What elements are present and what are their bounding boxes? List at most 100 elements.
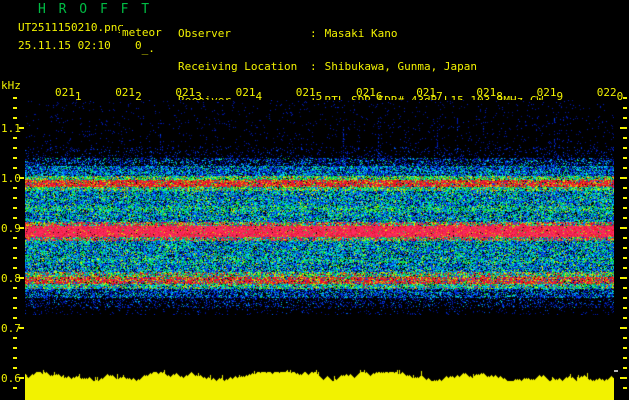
freq-tick-label: 0.9	[1, 222, 21, 235]
app-title: H R O F F T	[38, 2, 152, 17]
freq-minor-tick-left	[13, 267, 17, 269]
freq-minor-tick-right	[623, 247, 627, 249]
time-tick-main: 021	[235, 86, 256, 99]
echo-counter-suffix: _.	[141, 42, 155, 55]
info-value: Shibukawa, Gunma, Japan	[324, 60, 477, 74]
freq-major-tick-left	[19, 227, 24, 229]
freq-tick-label: 1.1	[1, 122, 21, 135]
time-tick-label: 0215	[296, 86, 323, 103]
time-tick-main: 021	[476, 86, 497, 99]
freq-minor-tick-right	[623, 137, 627, 139]
freq-minor-tick-left	[13, 137, 17, 139]
time-tick-label: 0218	[476, 86, 503, 103]
freq-minor-tick-right	[623, 207, 627, 209]
freq-minor-tick-left	[13, 197, 17, 199]
station-name: meteor	[120, 26, 162, 39]
freq-minor-tick-right	[623, 307, 627, 309]
time-tick-label: 0217	[416, 86, 443, 103]
echo-counter-value: 0	[135, 39, 142, 52]
freq-minor-tick-left	[13, 337, 17, 339]
freq-minor-tick-left	[13, 157, 17, 159]
time-tick-lastdigit: 2	[135, 90, 142, 103]
freq-minor-tick-right	[623, 387, 627, 389]
freq-minor-tick-left	[13, 107, 17, 109]
time-tick-label: 0214	[236, 86, 263, 103]
freq-major-tick-right	[620, 327, 627, 329]
info-colon: :	[310, 26, 317, 40]
freq-minor-tick-left	[13, 357, 17, 359]
freq-minor-tick-right	[623, 257, 627, 259]
freq-minor-tick-right	[623, 287, 627, 289]
freq-major-tick-right	[620, 377, 627, 379]
time-tick-label: 0211	[55, 86, 82, 103]
freq-minor-tick-right	[623, 157, 627, 159]
freq-major-tick-right	[620, 177, 627, 179]
time-tick-lastdigit: 5	[315, 90, 323, 103]
freq-minor-tick-right	[623, 107, 627, 109]
freq-major-tick-left	[19, 327, 24, 329]
freq-minor-tick-right	[623, 367, 627, 369]
time-tick-lastdigit: 9	[556, 90, 564, 103]
freq-minor-tick-right	[623, 97, 627, 99]
freq-minor-tick-right	[623, 147, 627, 149]
freq-minor-tick-left	[13, 187, 17, 189]
time-tick-main: 022	[596, 86, 617, 99]
freq-minor-tick-left	[13, 387, 17, 389]
info-label: Receiving Location	[178, 60, 298, 74]
time-tick-main: 021	[115, 86, 136, 99]
capture-datetime: 25.11.15 02:10	[18, 39, 111, 52]
freq-minor-tick-right	[623, 357, 627, 359]
freq-minor-tick-left	[13, 207, 17, 209]
time-tick-label: 0220	[597, 86, 624, 103]
time-tick-main: 021	[356, 86, 376, 99]
time-tick-label: 0219	[537, 86, 564, 103]
freq-minor-tick-left	[13, 367, 17, 369]
freq-minor-tick-left	[13, 167, 17, 169]
capture-filename: UT2511150210.png	[18, 21, 124, 34]
freq-major-tick-left	[19, 177, 24, 179]
freq-minor-tick-right	[623, 317, 627, 319]
freq-minor-tick-left	[13, 237, 17, 239]
freq-major-tick-left	[19, 277, 24, 279]
time-tick-lastdigit: 4	[255, 90, 263, 103]
freq-major-tick-left	[19, 377, 24, 379]
freq-minor-tick-left	[13, 307, 17, 309]
freq-tick-label: 0.8	[1, 272, 21, 285]
time-tick-lastdigit: 7	[436, 90, 443, 103]
signal-strength-canvas	[25, 362, 614, 400]
freq-minor-tick-left	[13, 287, 17, 289]
time-tick-label: 0212	[115, 86, 142, 103]
freq-minor-tick-left	[13, 257, 17, 259]
time-tick-main: 021	[536, 86, 557, 99]
freq-minor-tick-right	[623, 167, 627, 169]
time-tick-main: 021	[175, 86, 196, 99]
freq-tick-label: 1.0	[1, 172, 21, 185]
spectrogram-canvas	[25, 100, 614, 315]
freq-minor-tick-right	[623, 187, 627, 189]
time-tick-lastdigit: 8	[496, 90, 503, 103]
time-tick-main: 021	[55, 86, 75, 99]
freq-minor-tick-right	[623, 297, 627, 299]
time-tick-label: 0213	[175, 86, 202, 103]
freq-minor-tick-left	[13, 317, 17, 319]
freq-axis-unit: kHz	[1, 79, 21, 92]
info-row-location: Receiving Location: Shibukawa, Gunma, Jap…	[178, 60, 550, 74]
freq-tick-label: 0.6	[1, 372, 21, 385]
freq-major-tick-right	[620, 127, 627, 129]
time-tick-lastdigit: 3	[195, 90, 202, 103]
freq-major-tick-right	[620, 227, 627, 229]
freq-major-tick-right	[620, 277, 627, 279]
freq-minor-tick-right	[623, 267, 627, 269]
time-tick-main: 021	[295, 86, 316, 99]
freq-minor-tick-left	[13, 297, 17, 299]
info-colon: :	[310, 60, 317, 74]
freq-minor-tick-left	[13, 217, 17, 219]
time-tick-label: 0216	[356, 86, 383, 103]
freq-tick-label: 0.7	[1, 322, 21, 335]
freq-minor-tick-left	[13, 247, 17, 249]
freq-minor-tick-left	[13, 97, 17, 99]
info-label: Observer	[178, 26, 231, 40]
time-tick-lastdigit: 6	[375, 90, 383, 103]
time-tick-main: 021	[416, 86, 437, 99]
echo-counter: 0_.	[135, 39, 155, 55]
